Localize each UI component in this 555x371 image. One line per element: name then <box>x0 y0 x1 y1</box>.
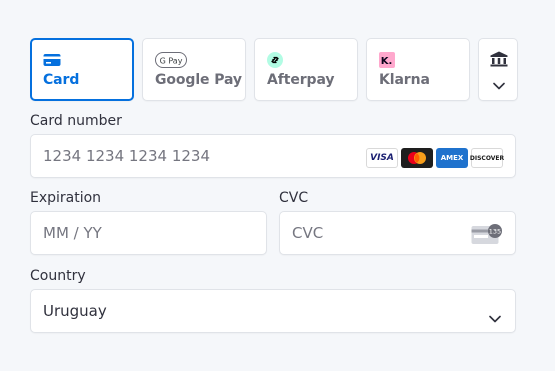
tab-klarna-label: Klarna <box>379 72 430 88</box>
tab-more-methods[interactable] <box>478 38 518 101</box>
bank-icon <box>490 51 508 71</box>
cvc-field[interactable]: CVC 135 <box>279 211 516 255</box>
cvc-icon-text: 135 <box>489 228 501 236</box>
tab-google-pay-label: Google Pay <box>155 72 242 88</box>
card-brands: VISA AMEX DISCOVER <box>366 148 504 168</box>
country-select[interactable]: Uruguay <box>30 289 516 333</box>
visa-icon: VISA <box>366 148 398 168</box>
tab-google-pay[interactable]: G Pay Google Pay <box>142 38 246 101</box>
expiration-field[interactable]: MM / YY <box>30 211 267 255</box>
country-label: Country <box>30 268 86 284</box>
card-number-label: Card number <box>30 113 122 129</box>
cvc-label: CVC <box>279 190 309 206</box>
expiration-label: Expiration <box>30 190 102 206</box>
payment-method-tabs: Card G Pay Google Pay Afterpay K. Klarna <box>30 38 518 101</box>
tab-card-label: Card <box>43 72 80 88</box>
klarna-badge-text: K. <box>381 56 393 67</box>
country-value: Uruguay <box>43 302 107 320</box>
tab-afterpay-label: Afterpay <box>267 72 335 88</box>
discover-icon: DISCOVER <box>470 148 504 168</box>
tab-klarna[interactable]: K. Klarna <box>366 38 470 101</box>
google-pay-badge-text: G Pay <box>160 56 183 65</box>
mastercard-icon <box>401 148 433 168</box>
chevron-down-icon <box>489 308 501 327</box>
card-number-field[interactable]: 1234 1234 1234 1234 VISA AMEX DISCOVER <box>30 134 516 178</box>
card-icon <box>43 52 61 71</box>
tab-afterpay[interactable]: Afterpay <box>254 38 358 101</box>
cvc-card-icon: 135 <box>471 223 503 249</box>
google-pay-icon: G Pay <box>155 52 187 72</box>
chevron-down-icon <box>493 75 505 94</box>
tab-card[interactable]: Card <box>30 38 134 101</box>
cvc-placeholder: CVC <box>292 224 324 242</box>
klarna-icon: K. <box>379 52 395 72</box>
amex-icon: AMEX <box>436 148 468 168</box>
card-number-placeholder: 1234 1234 1234 1234 <box>43 147 210 165</box>
afterpay-icon <box>267 52 283 72</box>
expiration-placeholder: MM / YY <box>43 224 102 242</box>
